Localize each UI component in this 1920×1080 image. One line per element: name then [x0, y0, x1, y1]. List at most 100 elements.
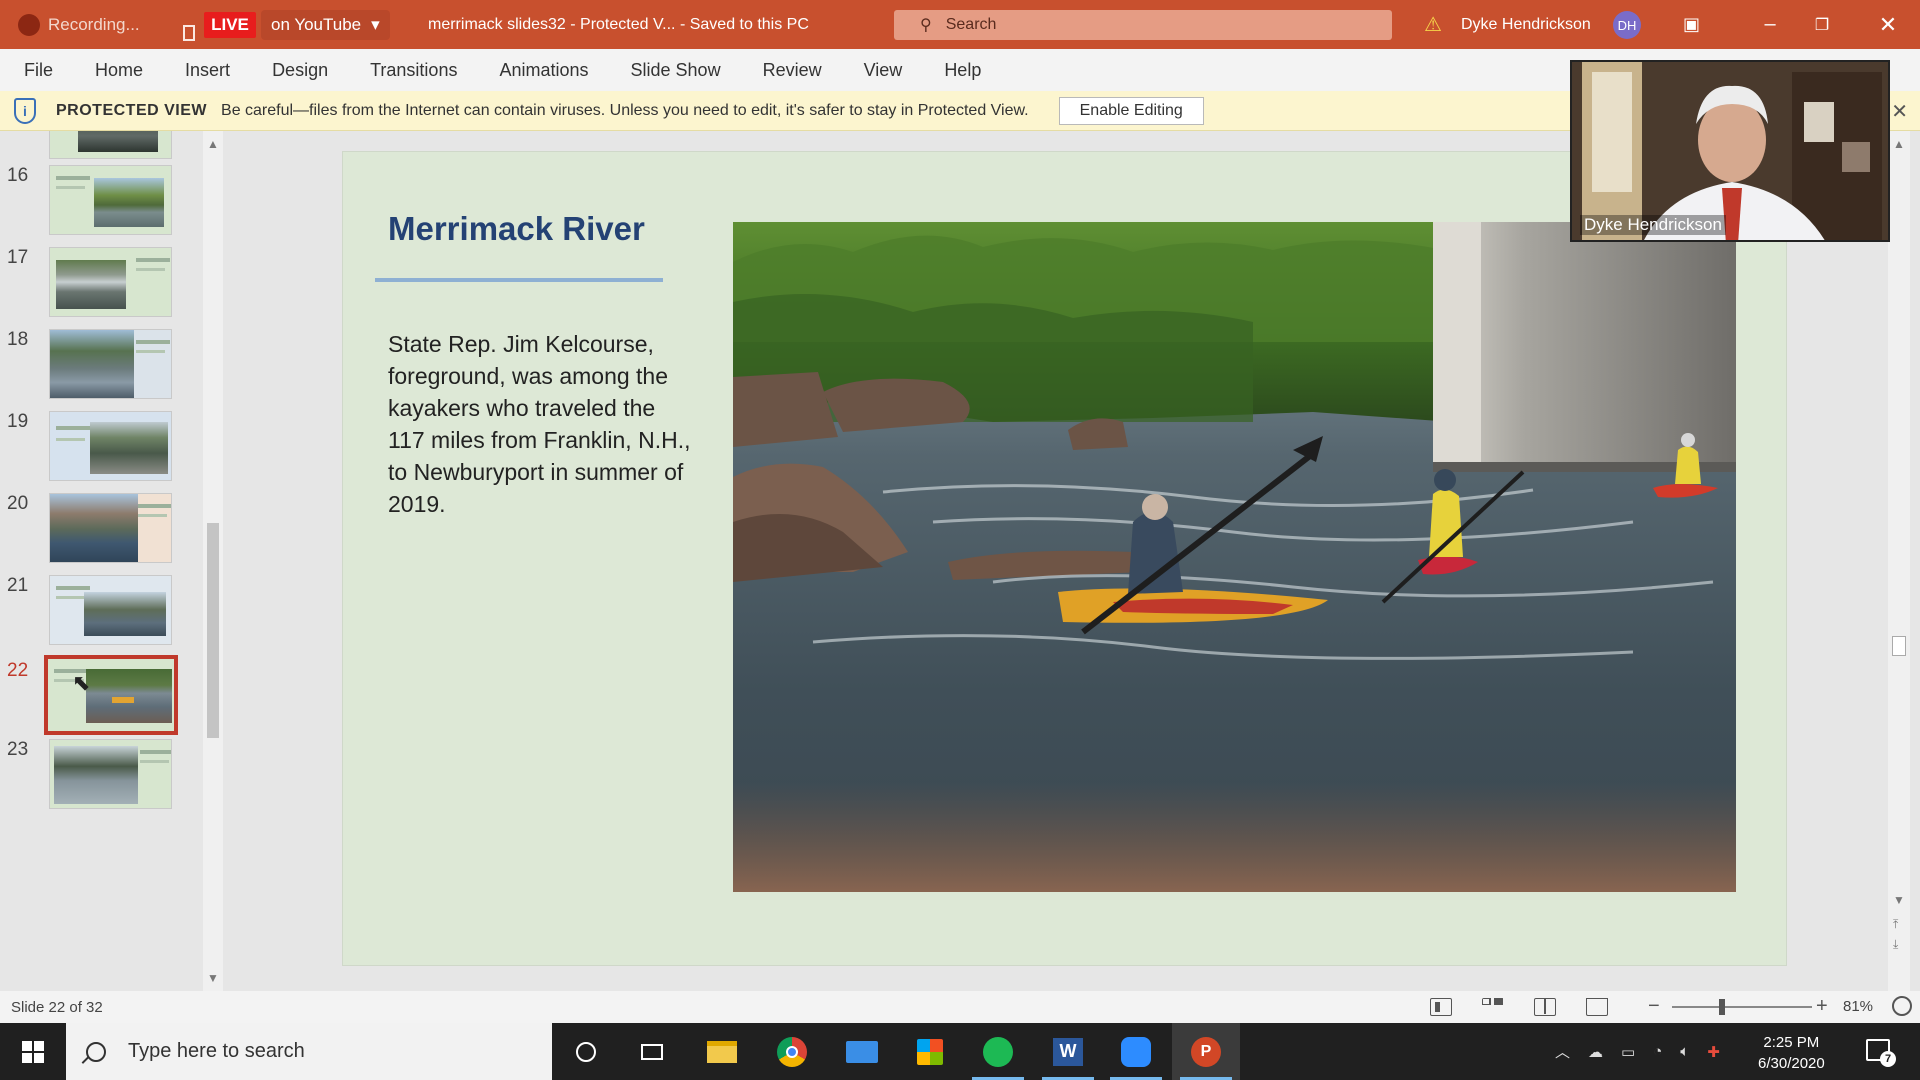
slide-counter: Slide 22 of 32: [11, 998, 103, 1016]
thumbnail-slide[interactable]: [49, 493, 172, 563]
word-icon[interactable]: W: [1034, 1023, 1102, 1080]
tab-file[interactable]: File: [24, 60, 53, 81]
thumbnail-slide[interactable]: [49, 165, 172, 235]
thumbnail-number: 21: [7, 575, 29, 596]
tab-help[interactable]: Help: [944, 60, 981, 81]
close-icon[interactable]: ✕: [1868, 0, 1908, 49]
slide-title[interactable]: Merrimack River: [388, 210, 645, 248]
wifi-icon[interactable]: ◔: [1653, 1043, 1662, 1060]
thumbnail-slide[interactable]: [49, 411, 172, 481]
notification-center-icon[interactable]: 7: [1866, 1039, 1896, 1067]
tab-view[interactable]: View: [864, 60, 903, 81]
tab-review[interactable]: Review: [763, 60, 822, 81]
slide-sorter-icon[interactable]: [1482, 998, 1504, 1016]
thumbnail-slide[interactable]: [49, 247, 172, 317]
chevron-up-icon[interactable]: ︿: [1555, 1041, 1570, 1062]
shield-icon: i: [14, 97, 36, 124]
tab-transitions[interactable]: Transitions: [370, 60, 457, 81]
slide-thumbnails-panel: 16 17 18 19 20 21 22 ⬉ 23 ▲ ▼: [0, 131, 232, 991]
scroll-up-icon[interactable]: ▲: [1893, 137, 1905, 151]
protected-view-title: PROTECTED VIEW: [56, 101, 208, 119]
taskbar-search[interactable]: Type here to search: [66, 1023, 552, 1080]
security-icon[interactable]: ✚: [1707, 1043, 1720, 1061]
scroll-up-icon[interactable]: ▲: [207, 137, 219, 151]
slide-scrollbar[interactable]: ▲ ▼ ⤒ ⤓: [1888, 131, 1910, 991]
reading-view-icon[interactable]: [1534, 998, 1556, 1016]
webcam-overlay: Dyke Hendrickson: [1570, 60, 1890, 242]
next-slide-icon[interactable]: ⤓: [1893, 937, 1898, 952]
enable-editing-button[interactable]: Enable Editing: [1058, 96, 1204, 125]
tab-insert[interactable]: Insert: [185, 60, 230, 81]
windows-taskbar: Type here to search W P ︿ ☁ ▭ ◔ 🔈︎ ✚ 2:2…: [0, 1023, 1920, 1080]
thumbnail-row[interactable]: 23: [0, 739, 215, 819]
powerpoint-icon[interactable]: P: [1172, 1023, 1240, 1080]
scroll-down-icon[interactable]: ▼: [207, 971, 219, 985]
spotify-icon[interactable]: [964, 1023, 1032, 1080]
search-box[interactable]: ⚲ Search: [894, 10, 1392, 40]
thumbnail-slide[interactable]: [49, 329, 172, 399]
slide-body-text[interactable]: State Rep. Jim Kelcourse, foreground, wa…: [388, 328, 698, 520]
normal-view-icon[interactable]: [1430, 998, 1452, 1016]
slideshow-icon[interactable]: [1586, 998, 1608, 1016]
battery-icon[interactable]: ▭: [1621, 1043, 1635, 1061]
zoom-slider-thumb[interactable]: [1719, 999, 1726, 1015]
thumbnail-number: 23: [7, 739, 29, 760]
store-icon[interactable]: [896, 1023, 964, 1080]
warning-icon[interactable]: ⚠: [1424, 0, 1442, 49]
search-icon: [86, 1041, 106, 1062]
thumbnail-row[interactable]: 21: [0, 575, 215, 655]
thumbnail-number: 16: [7, 165, 29, 186]
mail-icon[interactable]: [828, 1023, 896, 1080]
cortana-icon[interactable]: [552, 1023, 620, 1080]
slide-editor: Merrimack River State Rep. Jim Kelcourse…: [232, 131, 1900, 991]
system-tray: ︿ ☁ ▭ ◔ 🔈︎ ✚: [1555, 1023, 1720, 1080]
tab-home[interactable]: Home: [95, 60, 143, 81]
thumbnail-scrollbar[interactable]: ▲ ▼: [203, 131, 223, 991]
fit-to-window-icon[interactable]: [1892, 996, 1912, 1016]
chrome-icon[interactable]: [758, 1023, 826, 1080]
stream-destination-dropdown[interactable]: on YouTube ▾: [261, 10, 390, 40]
avatar[interactable]: DH: [1613, 11, 1641, 39]
zoom-level[interactable]: 81%: [1843, 998, 1873, 1015]
scroll-thumb[interactable]: [207, 523, 219, 738]
file-explorer-icon[interactable]: [688, 1023, 756, 1080]
thumbnail-row[interactable]: 19: [0, 411, 215, 491]
ribbon-display-options-icon[interactable]: ▣: [1683, 0, 1700, 49]
mouse-cursor-icon: ⬉: [72, 670, 91, 695]
current-slide[interactable]: Merrimack River State Rep. Jim Kelcourse…: [342, 151, 1787, 966]
thumbnail-slide[interactable]: [49, 739, 172, 809]
previous-slide-icon[interactable]: ⤒: [1893, 917, 1898, 932]
onedrive-icon[interactable]: ☁: [1588, 1043, 1603, 1061]
scroll-down-icon[interactable]: ▼: [1893, 893, 1905, 907]
tab-slide-show[interactable]: Slide Show: [631, 60, 721, 81]
thumbnail-slide-current[interactable]: [44, 655, 178, 735]
thumbnail-row[interactable]: 17: [0, 247, 215, 327]
thumbnail-row[interactable]: 18: [0, 329, 215, 409]
scroll-thumb[interactable]: [1892, 636, 1906, 656]
zoom-out-icon[interactable]: −: [1648, 995, 1660, 1018]
caret-down-icon: ▾: [371, 15, 380, 34]
tab-animations[interactable]: Animations: [499, 60, 588, 81]
thumbnail-row[interactable]: 20: [0, 493, 215, 573]
kayakers-photo[interactable]: [733, 222, 1736, 892]
user-name[interactable]: Dyke Hendrickson: [1461, 0, 1591, 49]
zoom-slider[interactable]: [1672, 1006, 1812, 1008]
tab-design[interactable]: Design: [272, 60, 328, 81]
thumbnail-slide-15[interactable]: [49, 131, 172, 159]
close-icon[interactable]: ✕: [1891, 99, 1908, 124]
volume-icon[interactable]: 🔈︎: [1680, 1043, 1689, 1060]
save-icon[interactable]: [183, 0, 197, 49]
restore-icon[interactable]: ❐: [1802, 0, 1842, 49]
thumbnail-row-active[interactable]: 22 ⬉: [0, 655, 215, 740]
task-view-icon[interactable]: [618, 1023, 686, 1080]
zoom-in-icon[interactable]: +: [1816, 995, 1828, 1018]
thumbnail-slide[interactable]: [49, 575, 172, 645]
clock[interactable]: 2:25 PM 6/30/2020: [1758, 1032, 1825, 1074]
thumbnail-number: 17: [7, 247, 29, 268]
zoom-icon[interactable]: [1102, 1023, 1170, 1080]
minimize-icon[interactable]: –: [1750, 0, 1790, 49]
title-underline: [375, 278, 663, 282]
start-button[interactable]: [0, 1023, 66, 1080]
recording-indicator[interactable]: Recording...: [18, 0, 164, 49]
thumbnail-row[interactable]: 16: [0, 165, 215, 245]
